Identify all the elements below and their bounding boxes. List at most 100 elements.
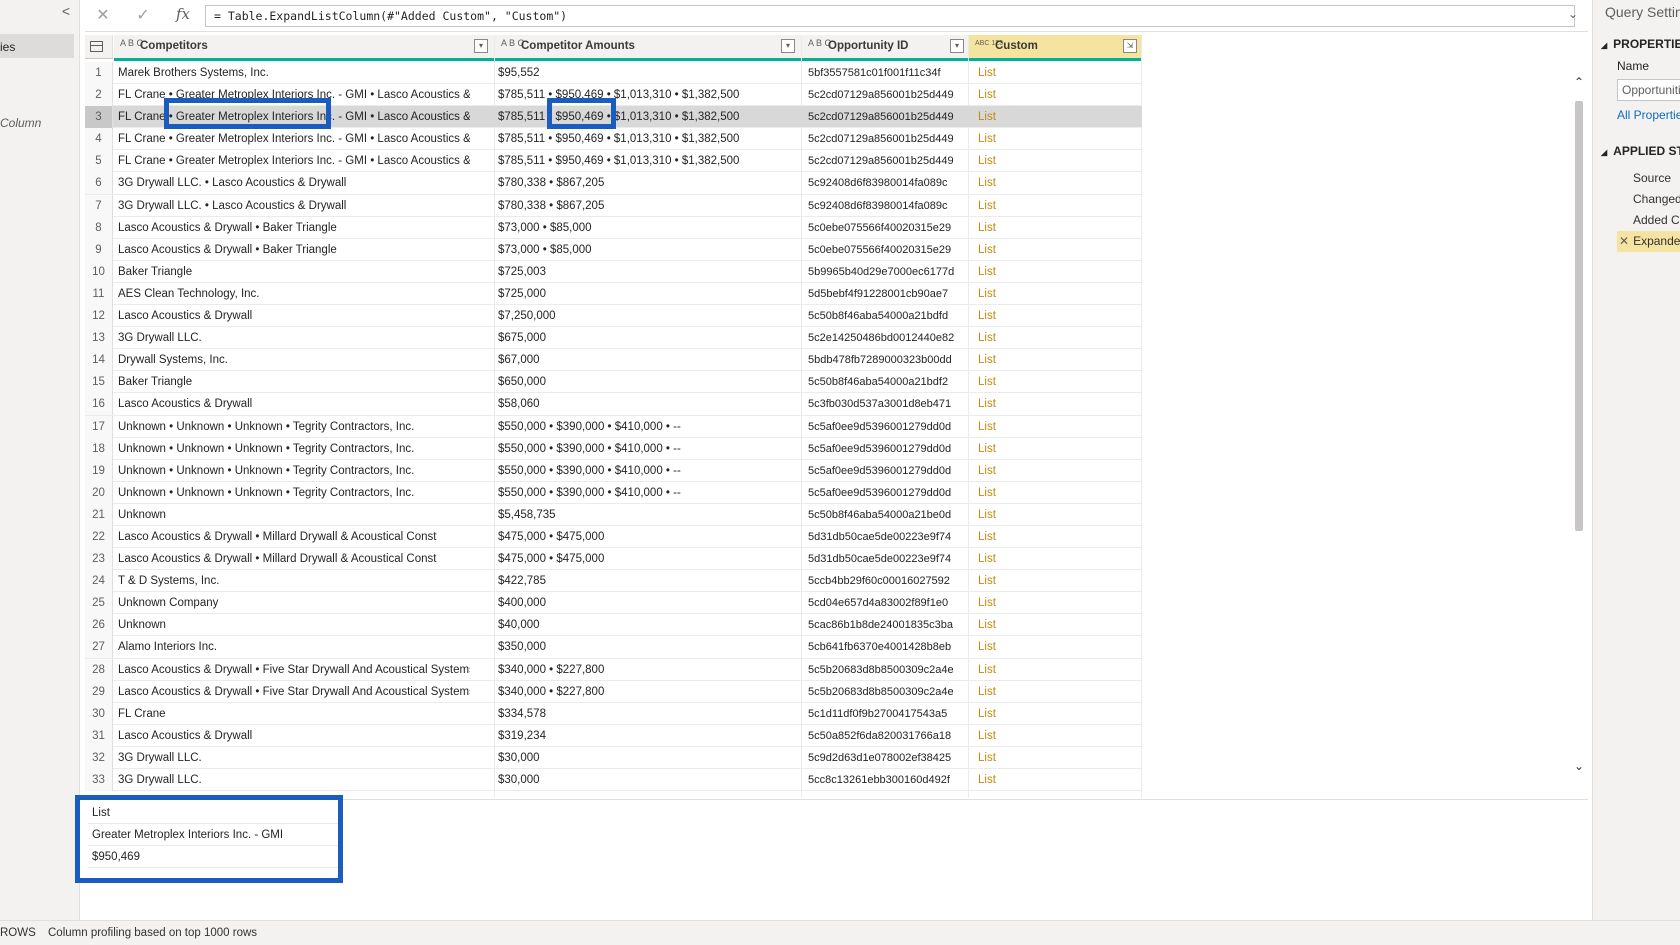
cell-custom-list-link[interactable]: List (978, 482, 1138, 504)
table-menu-button[interactable] (85, 35, 113, 59)
table-row[interactable]: 4 FL Crane • Greater Metroplex Interiors … (85, 128, 1142, 151)
expand-formula-icon[interactable]: ⌄ (1568, 7, 1578, 21)
cell-competitor-amounts[interactable]: $550,000 • $390,000 • $410,000 • -- (498, 416, 778, 438)
cell-opportunity-id[interactable]: 5c2cd07129a856001b25d449 (808, 84, 968, 106)
table-row[interactable]: 21 Unknown $5,458,735 5c50b8f46aba54000a21b… (85, 503, 1142, 526)
cell-competitor-amounts[interactable]: $785,511 • $950,469 • $1,013,310 • $1,38… (498, 84, 778, 106)
table-row[interactable]: 19 Unknown • Unknown • Unknown • Tegrity … (85, 459, 1142, 482)
properties-header[interactable]: ◢ PROPERTIES (1601, 37, 1680, 51)
cell-opportunity-id[interactable]: 5bdb478fb7289000323b00dd (808, 349, 968, 371)
cell-opportunity-id[interactable]: 5c0ebe075566f40020315e29 (808, 217, 968, 239)
cell-opportunity-id[interactable]: 5c9d2d63d1e078002ef38425 (808, 747, 968, 769)
cell-competitor-amounts[interactable]: $475,000 • $475,000 (498, 526, 778, 548)
cell-competitor-amounts[interactable]: $550,000 • $390,000 • $410,000 • -- (498, 482, 778, 504)
cell-competitors[interactable]: Baker Triangle (118, 371, 470, 393)
cell-competitors[interactable]: Marek Brothers Systems, Inc. (118, 62, 470, 84)
table-row[interactable]: 8 Lasco Acoustics & Drywall • Baker Trian… (85, 216, 1142, 239)
filter-dropdown-icon[interactable]: ▾ (950, 39, 964, 53)
cell-competitor-amounts[interactable]: $550,000 • $390,000 • $410,000 • -- (498, 460, 778, 482)
table-row[interactable]: 10 Baker Triangle $725,003 5b9965b40d29e700… (85, 260, 1142, 283)
table-row[interactable]: 15 Baker Triangle $650,000 5c50b8f46aba5400… (85, 371, 1142, 394)
cell-competitor-amounts[interactable]: $725,000 (498, 283, 778, 305)
all-properties-link[interactable]: All Properties (1617, 108, 1680, 122)
cell-opportunity-id[interactable]: 5d5bebf4f91228001cb90ae7 (808, 283, 968, 305)
cell-competitor-amounts[interactable]: $40,000 (498, 614, 778, 636)
cell-competitors[interactable]: Lasco Acoustics & Drywall (118, 725, 470, 747)
table-row[interactable]: 7 3G Drywall LLC. • Lasco Acoustics & Dry… (85, 194, 1142, 217)
cell-custom-list-link[interactable]: List (978, 659, 1138, 681)
cell-competitors[interactable]: Alamo Interiors Inc. (118, 636, 470, 658)
scroll-up-icon[interactable]: ⌃ (1572, 75, 1586, 89)
cell-competitors[interactable]: Unknown • Unknown • Unknown • Tegrity Co… (118, 438, 470, 460)
cell-competitor-amounts[interactable]: $30,000 (498, 747, 778, 769)
cell-competitors[interactable]: FL Crane • Greater Metroplex Interiors I… (118, 150, 470, 172)
cell-competitor-amounts[interactable]: $675,000 (498, 327, 778, 349)
cell-competitor-amounts[interactable]: $7,250,000 (498, 305, 778, 327)
cell-opportunity-id[interactable]: 5c3fb030d537a3001d8eb471 (808, 393, 968, 415)
table-row[interactable]: 1 Marek Brothers Systems, Inc. $95,552 5bf3… (85, 62, 1142, 85)
cell-custom-list-link[interactable]: List (978, 327, 1138, 349)
cell-competitors[interactable]: FL Crane • Greater Metroplex Interiors I… (118, 84, 470, 106)
table-row[interactable]: 23 Lasco Acoustics & Drywall • Millard Dr… (85, 548, 1142, 571)
cell-custom-list-link[interactable]: List (978, 349, 1138, 371)
cell-opportunity-id[interactable]: 5cc8c13261ebb300160d492f (808, 769, 968, 791)
cell-custom-list-link[interactable]: List (978, 769, 1138, 791)
column-profiling-toggle[interactable]: Column profiling based on top 1000 rows (48, 927, 257, 939)
scroll-thumb[interactable] (1575, 101, 1583, 531)
cell-competitor-amounts[interactable]: $319,234 (498, 725, 778, 747)
cell-competitors[interactable]: 3G Drywall LLC. (118, 747, 470, 769)
cell-opportunity-id[interactable]: 5c1d11df0f9b2700417543a5 (808, 703, 968, 725)
cell-competitors[interactable]: Unknown (118, 614, 470, 636)
cell-opportunity-id[interactable]: 5c0ebe075566f40020315e29 (808, 239, 968, 261)
cell-opportunity-id[interactable]: 5b9965b40d29e7000ec6177d (808, 261, 968, 283)
cell-competitors[interactable]: Lasco Acoustics & Drywall (118, 305, 470, 327)
cell-competitors[interactable]: Lasco Acoustics & Drywall • Five Star Dr… (118, 659, 470, 681)
cell-custom-list-link[interactable]: List (978, 393, 1138, 415)
cell-custom-list-link[interactable]: List (978, 128, 1138, 150)
cell-opportunity-id[interactable]: 5c92408d6f83980014fa089c (808, 195, 968, 217)
cell-competitor-amounts[interactable]: $95,552 (498, 62, 778, 84)
table-row[interactable]: 14 Drywall Systems, Inc. $67,000 5bdb478fb7… (85, 349, 1142, 372)
cell-competitors[interactable]: Unknown • Unknown • Unknown • Tegrity Co… (118, 460, 470, 482)
cell-opportunity-id[interactable]: 5c92408d6f83980014fa089c (808, 172, 968, 194)
cell-custom-list-link[interactable]: List (978, 106, 1138, 128)
table-row[interactable]: 31 Lasco Acoustics & Drywall $319,234 5c50a… (85, 724, 1142, 747)
cell-custom-list-link[interactable]: List (978, 239, 1138, 261)
applied-step[interactable]: Changed Type (1617, 189, 1680, 210)
cell-competitor-amounts[interactable]: $400,000 (498, 592, 778, 614)
cell-competitor-amounts[interactable]: $725,003 (498, 261, 778, 283)
table-row[interactable]: 17 Unknown • Unknown • Unknown • Tegrity … (85, 415, 1142, 438)
query-name-input[interactable]: Opportunities (1617, 79, 1680, 101)
cell-custom-list-link[interactable]: List (978, 526, 1138, 548)
cell-opportunity-id[interactable]: 5cd04e657d4a83002f89f1e0 (808, 592, 968, 614)
vertical-scrollbar[interactable]: ⌃ ⌄ (1570, 75, 1588, 785)
cell-competitors[interactable]: Unknown (118, 504, 470, 526)
cell-competitor-amounts[interactable]: $785,511 • $950,469 • $1,013,310 • $1,38… (498, 106, 778, 128)
cell-competitors[interactable]: Baker Triangle (118, 261, 470, 283)
filter-dropdown-icon[interactable]: ▾ (474, 39, 488, 53)
table-row[interactable]: 32 3G Drywall LLC. $30,000 5c9d2d63d1e07800… (85, 746, 1142, 769)
cell-custom-list-link[interactable]: List (978, 261, 1138, 283)
cancel-icon[interactable]: ✕ (93, 6, 113, 26)
preview-item[interactable]: $950,469 (88, 846, 338, 868)
table-row[interactable]: 22 Lasco Acoustics & Drywall • Millard Dr… (85, 525, 1142, 549)
preview-item[interactable]: Greater Metroplex Interiors Inc. - GMI (88, 824, 338, 846)
cell-opportunity-id[interactable]: 5c50b8f46aba54000a21bdf2 (808, 371, 968, 393)
applied-step[interactable]: Added Custom (1617, 210, 1680, 231)
cell-opportunity-id[interactable]: 5c2e14250486bd0012440e82 (808, 327, 968, 349)
table-row[interactable]: 26 Unknown $40,000 5cac86b1b8de24001835c3ba… (85, 614, 1142, 637)
cell-competitors[interactable]: FL Crane • Greater Metroplex Interiors I… (118, 128, 470, 150)
applied-step[interactable]: Source (1617, 168, 1680, 189)
column-header-competitors[interactable]: A B C Competitors ▾ (114, 35, 494, 61)
table-row[interactable]: 12 Lasco Acoustics & Drywall $7,250,000 5c5… (85, 305, 1142, 328)
cell-competitors[interactable]: AES Clean Technology, Inc. (118, 283, 470, 305)
column-header-opportunity-id[interactable]: A B C Opportunity ID ▾ (802, 35, 968, 61)
cell-competitors[interactable]: 3G Drywall LLC. • Lasco Acoustics & Dryw… (118, 172, 470, 194)
cell-custom-list-link[interactable]: List (978, 84, 1138, 106)
cell-competitors[interactable]: 3G Drywall LLC. • Lasco Acoustics & Dryw… (118, 195, 470, 217)
cell-custom-list-link[interactable]: List (978, 438, 1138, 460)
applied-step-active[interactable]: ✕ Expanded Custom (1617, 231, 1680, 252)
cell-custom-list-link[interactable]: List (978, 217, 1138, 239)
fx-icon[interactable]: fx (173, 5, 193, 25)
cell-competitor-amounts[interactable]: $780,338 • $867,205 (498, 195, 778, 217)
